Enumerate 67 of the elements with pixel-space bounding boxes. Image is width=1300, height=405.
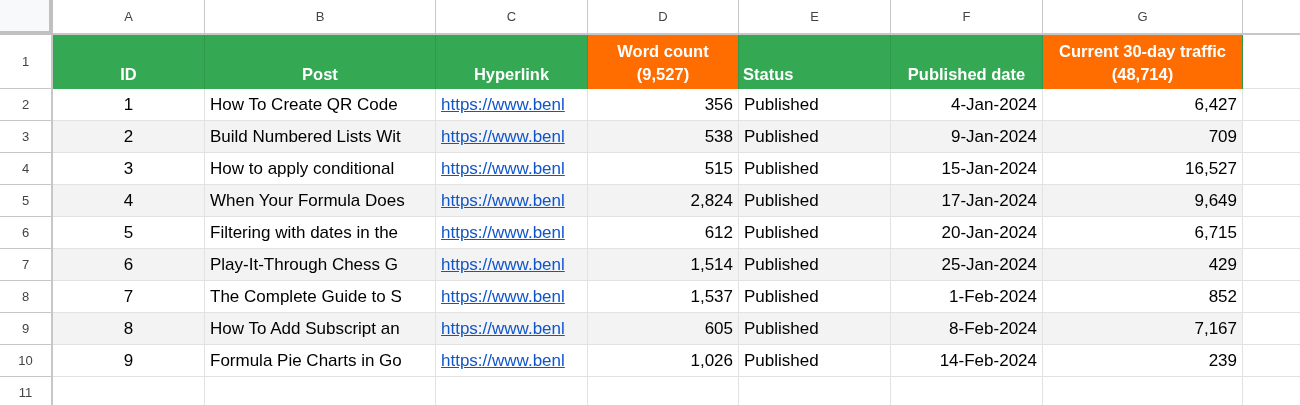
table-cell-text: 16,527 xyxy=(1185,158,1237,180)
table-cell-text: 9-Jan-2024 xyxy=(951,126,1037,148)
table-cell-text: Published xyxy=(744,126,819,148)
header-cell: Post xyxy=(205,35,436,89)
header-cell: Hyperlink xyxy=(436,35,588,89)
table-cell-text: 8 xyxy=(123,318,134,340)
table-cell-text: 1,514 xyxy=(690,254,733,276)
table-cell-text: Published xyxy=(744,222,819,244)
header-cell: Published date xyxy=(891,35,1043,89)
header-cell: Current 30-day traffic (48,714) xyxy=(1043,35,1243,89)
hyperlink[interactable]: https://www.benl xyxy=(441,221,565,245)
table-cell-text: 14-Feb-2024 xyxy=(939,350,1037,372)
table-cell-text: Published xyxy=(744,286,819,308)
table-cell-text: 515 xyxy=(704,158,733,180)
table-cell-text: 17-Jan-2024 xyxy=(941,190,1037,212)
table-cell-text: 605 xyxy=(704,318,733,340)
header-cell: Status xyxy=(739,35,891,89)
table-cell-text: Filtering with dates in the xyxy=(210,222,399,244)
table-cell-text: 356 xyxy=(704,94,733,116)
header-cell: ID xyxy=(53,35,205,89)
table-cell-text: 239 xyxy=(1208,350,1237,372)
table-cell-text: 9,649 xyxy=(1194,190,1237,212)
table-cell-text: Play-It-Through Chess G xyxy=(210,254,398,276)
hyperlink[interactable]: https://www.benl xyxy=(441,157,565,181)
table-cell-text: Formula Pie Charts in Go xyxy=(210,350,402,372)
table-cell-text: 7,167 xyxy=(1194,318,1237,340)
hyperlink[interactable]: https://www.benl xyxy=(441,93,565,117)
table-cell-text: 20-Jan-2024 xyxy=(941,222,1037,244)
table-cell-text: Published xyxy=(744,190,819,212)
table-cell-text: 612 xyxy=(704,222,733,244)
table-cell-text: When Your Formula Does xyxy=(210,190,405,212)
table-cell-text: 7 xyxy=(123,286,134,308)
table-cell-text: 4 xyxy=(123,190,134,212)
select-all-corner[interactable] xyxy=(0,0,53,35)
table-cell-text: 8-Feb-2024 xyxy=(949,318,1037,340)
table-cell-text: 1,537 xyxy=(690,286,733,308)
table-cell-text: 5 xyxy=(123,222,134,244)
table-cell-text: 852 xyxy=(1208,286,1237,308)
table-cell-text: 9 xyxy=(123,350,134,372)
table-cell-text: The Complete Guide to S xyxy=(210,286,402,308)
table-cell-text: Published xyxy=(744,350,819,372)
table-cell-text: 429 xyxy=(1208,254,1237,276)
table-cell-text: 709 xyxy=(1208,126,1237,148)
table-cell-text: 6 xyxy=(123,254,134,276)
table-cell-text: How To Create QR Code xyxy=(210,94,398,116)
table-cell-text: How To Add Subscript an xyxy=(210,318,400,340)
table-cell-text: 2 xyxy=(123,126,134,148)
table-cell-text: Published xyxy=(744,318,819,340)
hyperlink[interactable]: https://www.benl xyxy=(441,349,565,373)
table-cell-text: 6,715 xyxy=(1194,222,1237,244)
table-cell-text: 25-Jan-2024 xyxy=(941,254,1037,276)
table-cell-text: 538 xyxy=(704,126,733,148)
table-cell-text: 1-Feb-2024 xyxy=(949,286,1037,308)
table-cell-text: 1,026 xyxy=(690,350,733,372)
table-cell-text: 1 xyxy=(123,94,134,116)
table-cell-text: 15-Jan-2024 xyxy=(941,158,1037,180)
table-cell-text: Published xyxy=(744,158,819,180)
table-cell-text: Published xyxy=(744,254,819,276)
table-cell-text: 2,824 xyxy=(690,190,733,212)
table-cell-text: Published xyxy=(744,94,819,116)
header-cell: Word count (9,527) xyxy=(588,35,739,89)
table-cell-text: 3 xyxy=(123,158,134,180)
table-cell-text: How to apply conditional xyxy=(210,158,395,180)
table-cell-text: 6,427 xyxy=(1194,94,1237,116)
table-cell-text: Build Numbered Lists Wit xyxy=(210,126,401,148)
hyperlink[interactable]: https://www.benl xyxy=(441,285,565,309)
table-cell-text: 4-Jan-2024 xyxy=(951,94,1037,116)
